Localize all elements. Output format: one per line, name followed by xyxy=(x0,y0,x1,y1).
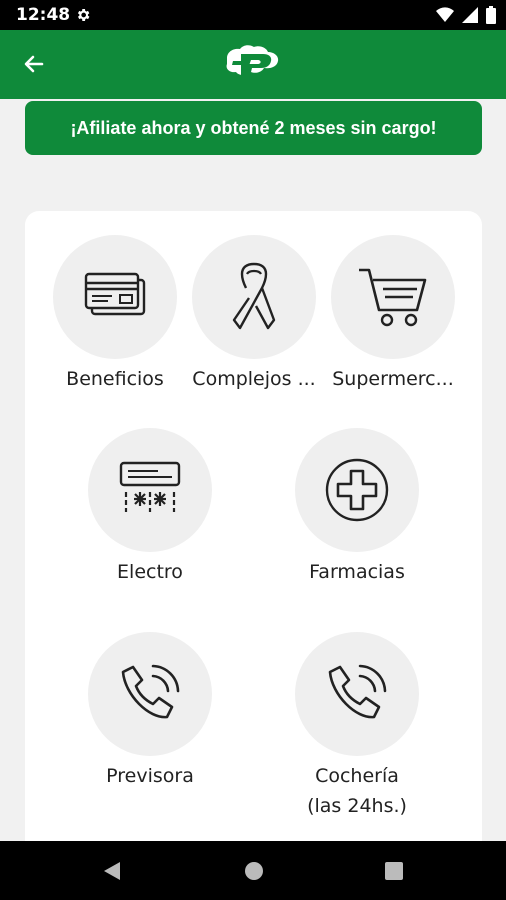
credit-cards-icon xyxy=(84,272,146,316)
tile-label: Previsora xyxy=(106,765,194,787)
tile-circle xyxy=(53,235,177,359)
nav-recents-icon[interactable] xyxy=(385,862,403,880)
battery-icon xyxy=(486,6,496,24)
tile-label: Supermerc... xyxy=(332,368,454,390)
tile-supermercados[interactable]: Supermerc... xyxy=(331,235,455,390)
phone-call-icon xyxy=(121,664,180,719)
tile-label: Electro xyxy=(117,561,183,583)
tile-label: Cochería xyxy=(315,765,399,787)
tile-label: Farmacias xyxy=(309,561,405,583)
shopping-cart-icon xyxy=(359,268,427,327)
tile-circle xyxy=(295,632,419,756)
back-arrow-icon[interactable] xyxy=(22,52,46,76)
tile-beneficios[interactable]: Beneficios xyxy=(53,235,177,390)
app-bar xyxy=(0,30,506,99)
tile-label: Beneficios xyxy=(66,368,164,390)
tile-farmacias[interactable]: Farmacias xyxy=(295,428,419,583)
tile-complejos[interactable]: Complejos ... xyxy=(192,235,316,390)
settings-gear-icon xyxy=(77,9,90,21)
status-time: 12:48 xyxy=(16,5,71,25)
nav-back-icon[interactable] xyxy=(103,861,121,881)
tile-circle xyxy=(192,235,316,359)
tile-circle xyxy=(295,428,419,552)
tile-circle xyxy=(331,235,455,359)
brand-logo xyxy=(226,45,279,80)
system-icons xyxy=(436,6,496,24)
wifi-icon xyxy=(436,7,454,23)
system-nav-bar xyxy=(0,841,506,900)
tile-cocheria[interactable]: Cochería (las 24hs.) xyxy=(295,632,419,817)
pharmacy-cross-icon xyxy=(325,458,389,522)
phone-call-icon xyxy=(328,664,387,719)
tile-circle xyxy=(88,428,212,552)
ribbon-icon xyxy=(232,262,276,330)
signal-icon xyxy=(462,7,478,23)
tile-label: Complejos ... xyxy=(192,368,316,390)
promo-text: ¡Afiliate ahora y obtené 2 meses sin car… xyxy=(70,117,437,138)
tile-electro[interactable]: Electro xyxy=(88,428,212,583)
status-bar: 12:48 xyxy=(0,0,506,30)
nav-home-icon[interactable] xyxy=(244,861,264,881)
tile-circle xyxy=(88,632,212,756)
promo-banner[interactable]: ¡Afiliate ahora y obtené 2 meses sin car… xyxy=(25,101,482,155)
air-conditioner-icon xyxy=(119,461,181,512)
services-card: Beneficios Complejos ... Supermerc... El… xyxy=(25,211,482,871)
tile-sublabel: (las 24hs.) xyxy=(307,795,407,817)
tile-previsora[interactable]: Previsora xyxy=(88,632,212,787)
